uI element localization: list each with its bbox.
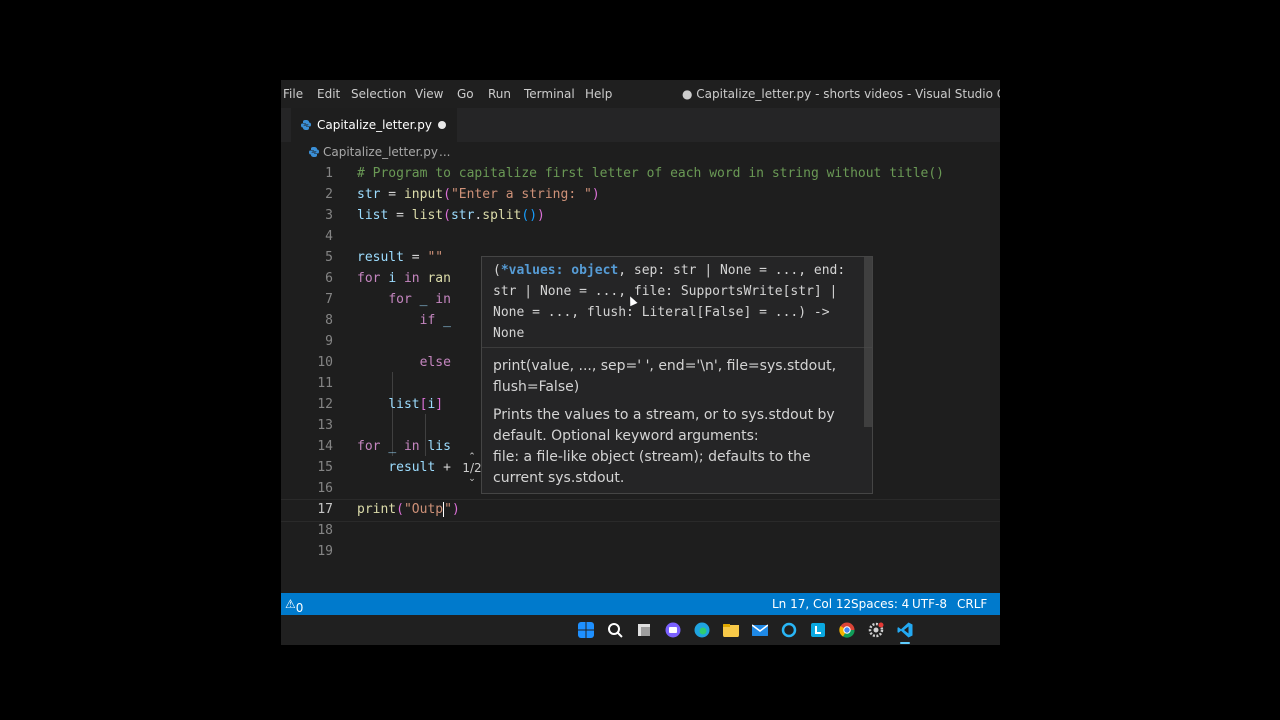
menu-file[interactable]: File — [283, 87, 303, 101]
taskbar — [281, 615, 1000, 645]
code-text: else — [419, 355, 451, 370]
code-line[interactable]: 1 # Program to capitalize first letter o… — [281, 164, 1000, 185]
line-number: 15 — [317, 460, 333, 475]
doc-file-arg: file: a file-like object (stream); defau… — [493, 449, 811, 486]
line-number: 19 — [317, 544, 333, 559]
popup-scrollbar[interactable] — [864, 257, 872, 427]
code-text: # Program to capitalize first letter of … — [357, 166, 944, 181]
code-text: list = list(str.split()) — [357, 208, 545, 223]
code-line[interactable]: 18 — [281, 521, 1000, 542]
code-text: result = "" — [357, 250, 444, 265]
menu-edit[interactable]: Edit — [317, 87, 340, 101]
chat-icon[interactable] — [665, 622, 681, 638]
active-app-indicator — [900, 642, 910, 644]
line-number: 5 — [325, 250, 333, 265]
line-number: 18 — [317, 523, 333, 538]
line-number: 14 — [317, 439, 333, 454]
breadcrumb-file[interactable]: Capitalize_letter.py — [323, 145, 438, 159]
task-view-icon[interactable] — [636, 622, 652, 638]
cortana-icon[interactable] — [781, 622, 797, 638]
encoding[interactable]: UTF-8 — [912, 597, 947, 611]
menu-go[interactable]: Go — [457, 87, 474, 101]
status-bar: ⚠ 0 Ln 17, Col 12 Spaces: 4 UTF-8 CRLF — [281, 593, 1000, 615]
code-text: print("Outp") — [357, 502, 460, 517]
windows-start-icon[interactable] — [578, 622, 594, 638]
line-number: 8 — [325, 313, 333, 328]
code-text: result + — [388, 460, 451, 475]
doc-signature: print(value, ..., sep=' ', end='\n', fil… — [493, 358, 837, 395]
file-explorer-icon[interactable] — [723, 622, 739, 638]
window-title: ● Capitalize_letter.py - shorts videos -… — [682, 87, 1000, 101]
breadcrumb-ellipsis[interactable]: ... — [439, 145, 450, 159]
code-text: for _ in lis — [357, 439, 451, 454]
line-number: 4 — [325, 229, 333, 244]
vscode-icon[interactable] — [897, 622, 913, 638]
breadcrumb: Capitalize_letter.py ... — [281, 142, 1000, 164]
tab-bar: Capitalize_letter.py — [281, 108, 1000, 143]
menu-run[interactable]: Run — [488, 87, 511, 101]
code-text: for _ in — [388, 292, 451, 307]
code-line-current[interactable]: 17 print("Outp") — [281, 499, 1000, 522]
line-number: 2 — [325, 187, 333, 202]
overload-pager: ⌃ 1/2 ⌄ — [458, 453, 486, 487]
python-icon — [301, 120, 311, 130]
code-text: for i in ran — [357, 271, 451, 286]
problems-indicator[interactable]: ⚠ 0 — [285, 597, 303, 615]
chevron-up-icon[interactable]: ⌃ — [458, 453, 486, 462]
menu-terminal[interactable]: Terminal — [524, 87, 575, 101]
signature-text: (*values: object, sep: str | None = ...,… — [493, 263, 846, 341]
line-number: 17 — [317, 502, 333, 517]
line-number: 10 — [317, 355, 333, 370]
documentation: print(value, ..., sep=' ', end='\n', fil… — [493, 356, 853, 496]
chevron-down-icon[interactable]: ⌄ — [458, 475, 486, 484]
cursor-position[interactable]: Ln 17, Col 12 — [772, 597, 851, 611]
menu-help[interactable]: Help — [585, 87, 612, 101]
unsaved-dot-icon[interactable] — [438, 121, 446, 129]
line-number: 3 — [325, 208, 333, 223]
code-text: if _ — [419, 313, 451, 328]
code-text: list[i] — [388, 397, 444, 412]
edge-browser-icon[interactable] — [694, 622, 710, 638]
menu-view[interactable]: View — [415, 87, 443, 101]
code-line[interactable]: 2 str = input("Enter a string: ") — [281, 185, 1000, 206]
menu-selection[interactable]: Selection — [351, 87, 406, 101]
python-icon — [309, 147, 319, 157]
store-icon[interactable] — [810, 622, 826, 638]
signature-help-popup[interactable]: (*values: object, sep: str | None = ...,… — [481, 256, 873, 494]
divider — [482, 347, 872, 348]
active-parameter: *values: object — [500, 263, 619, 278]
code-line[interactable]: 3 list = list(str.split()) — [281, 206, 1000, 227]
line-number: 1 — [325, 166, 333, 181]
line-number: 11 — [317, 376, 333, 391]
search-icon[interactable] — [607, 622, 623, 638]
tab-label: Capitalize_letter.py — [317, 118, 432, 132]
line-ending[interactable]: CRLF — [957, 597, 987, 611]
code-line[interactable]: 4 — [281, 227, 1000, 248]
line-number: 12 — [317, 397, 333, 412]
doc-description: Prints the values to a stream, or to sys… — [493, 407, 835, 444]
line-number: 6 — [325, 271, 333, 286]
line-number: 7 — [325, 292, 333, 307]
overload-count: 1/2 — [462, 461, 482, 475]
tab-capitalize-letter[interactable]: Capitalize_letter.py — [291, 108, 457, 143]
code-line[interactable]: 19 — [281, 542, 1000, 563]
line-number: 9 — [325, 334, 333, 349]
menu-bar: File Edit Selection View Go Run Terminal… — [281, 80, 1000, 108]
code-text: str = input("Enter a string: ") — [357, 187, 600, 202]
line-number: 16 — [317, 481, 333, 496]
vscode-window: File Edit Selection View Go Run Terminal… — [281, 80, 1000, 645]
indentation[interactable]: Spaces: 4 — [851, 597, 909, 611]
mail-icon[interactable] — [752, 622, 768, 638]
chrome-icon[interactable] — [839, 622, 855, 638]
line-number: 13 — [317, 418, 333, 433]
settings-gear-icon[interactable] — [868, 622, 884, 638]
